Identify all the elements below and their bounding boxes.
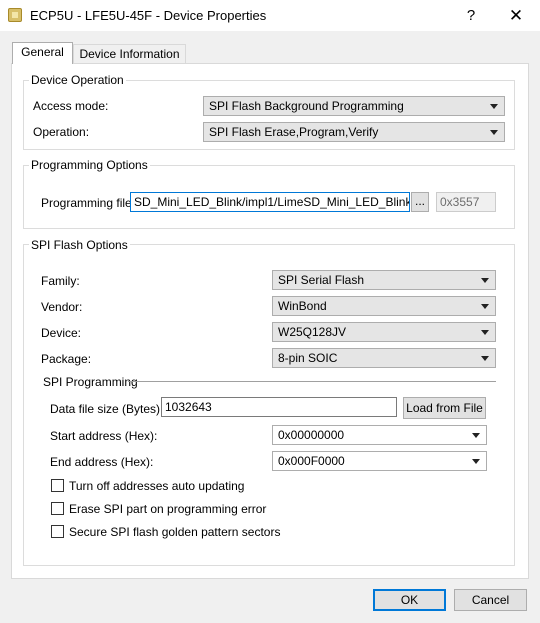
tab-general[interactable]: General xyxy=(12,42,73,64)
programming-options-title: Programming Options xyxy=(29,158,150,172)
device-select[interactable]: W25Q128JV xyxy=(272,322,496,342)
package-value: 8-pin SOIC xyxy=(278,351,338,365)
end-address-value: 0x000F0000 xyxy=(278,454,345,468)
vendor-select[interactable]: WinBond xyxy=(272,296,496,316)
browse-button[interactable]: ... xyxy=(411,192,429,212)
erase-on-error-label[interactable]: Erase SPI part on programming error xyxy=(69,502,266,516)
operation-label: Operation: xyxy=(33,125,90,139)
chevron-down-icon xyxy=(472,433,480,438)
device-operation-title: Device Operation xyxy=(29,73,126,87)
data-file-size-label: Data file size (Bytes): xyxy=(50,402,164,416)
chevron-down-icon xyxy=(490,104,498,109)
help-button[interactable]: ? xyxy=(449,0,493,31)
programming-file-label: Programming file: xyxy=(41,196,136,210)
family-value: SPI Serial Flash xyxy=(278,273,365,287)
package-label: Package: xyxy=(41,352,92,366)
access-mode-value: SPI Flash Background Programming xyxy=(209,99,404,113)
chevron-down-icon xyxy=(490,130,498,135)
ok-button[interactable]: OK xyxy=(373,589,446,611)
secure-golden-checkbox[interactable] xyxy=(51,525,64,538)
chevron-down-icon xyxy=(481,304,489,309)
family-label: Family: xyxy=(41,274,80,288)
device-value: W25Q128JV xyxy=(278,325,347,339)
access-mode-label: Access mode: xyxy=(33,99,109,113)
end-address-label: End address (Hex): xyxy=(50,455,154,469)
start-address-value: 0x00000000 xyxy=(278,428,345,442)
spi-programming-title: SPI Programming xyxy=(43,375,138,389)
access-mode-select[interactable]: SPI Flash Background Programming xyxy=(203,96,505,116)
close-button[interactable]: ✕ xyxy=(494,0,538,31)
window-title: ECP5U - LFE5U-45F - Device Properties xyxy=(30,8,267,23)
chevron-down-icon xyxy=(481,356,489,361)
tab-device-information[interactable]: Device Information xyxy=(73,44,186,64)
vendor-value: WinBond xyxy=(278,299,327,313)
package-select[interactable]: 8-pin SOIC xyxy=(272,348,496,368)
load-from-file-button[interactable]: Load from File xyxy=(403,397,486,419)
title-bar: ECP5U - LFE5U-45F - Device Properties ? … xyxy=(0,0,540,31)
vendor-label: Vendor: xyxy=(41,300,83,314)
start-address-select[interactable]: 0x00000000 xyxy=(272,425,487,445)
auto-update-checkbox[interactable] xyxy=(51,479,64,492)
family-select[interactable]: SPI Serial Flash xyxy=(272,270,496,290)
operation-value: SPI Flash Erase,Program,Verify xyxy=(209,125,379,139)
spi-flash-options-title: SPI Flash Options xyxy=(29,238,130,252)
programming-file-input[interactable]: SD_Mini_LED_Blink/impl1/LimeSD_Mini_LED_… xyxy=(130,192,410,212)
cancel-button[interactable]: Cancel xyxy=(454,589,527,611)
erase-on-error-checkbox[interactable] xyxy=(51,502,64,515)
chevron-down-icon xyxy=(481,278,489,283)
auto-update-label[interactable]: Turn off addresses auto updating xyxy=(69,479,244,493)
data-file-size-input[interactable]: 1032643 xyxy=(161,397,397,417)
start-address-label: Start address (Hex): xyxy=(50,429,158,443)
secure-golden-label[interactable]: Secure SPI flash golden pattern sectors xyxy=(69,525,280,539)
file-checksum-field: 0x3557 xyxy=(436,192,496,212)
spi-programming-divider xyxy=(128,381,496,382)
device-label: Device: xyxy=(41,326,82,340)
operation-select[interactable]: SPI Flash Erase,Program,Verify xyxy=(203,122,505,142)
end-address-select[interactable]: 0x000F0000 xyxy=(272,451,487,471)
chevron-down-icon xyxy=(472,459,480,464)
app-icon xyxy=(8,8,22,22)
chevron-down-icon xyxy=(481,330,489,335)
